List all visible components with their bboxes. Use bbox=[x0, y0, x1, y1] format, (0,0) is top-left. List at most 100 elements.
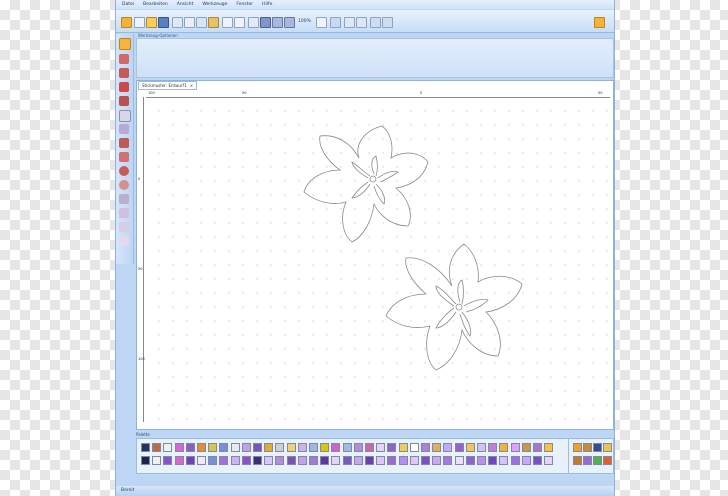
color-swatch[interactable] bbox=[521, 456, 531, 465]
flower-top[interactable] bbox=[303, 125, 429, 243]
color-swatch[interactable] bbox=[197, 456, 206, 465]
open-folder-icon[interactable] bbox=[146, 17, 157, 28]
zoom-level[interactable]: 100% bbox=[298, 19, 311, 24]
color-swatch[interactable] bbox=[465, 456, 475, 465]
pen-tool-icon[interactable] bbox=[119, 82, 129, 92]
text-tool-icon[interactable] bbox=[119, 110, 131, 122]
color-swatch[interactable] bbox=[409, 456, 419, 465]
color-swatch[interactable] bbox=[510, 443, 520, 452]
color-swatch[interactable] bbox=[573, 456, 582, 465]
color-swatch[interactable] bbox=[163, 456, 173, 465]
color-swatch[interactable] bbox=[264, 443, 274, 452]
color-swatch[interactable] bbox=[208, 443, 218, 452]
color-swatch[interactable] bbox=[253, 443, 262, 452]
color-swatch[interactable] bbox=[387, 456, 397, 465]
color-swatch[interactable] bbox=[141, 456, 150, 465]
grid-icon[interactable] bbox=[248, 17, 259, 28]
color-swatch[interactable] bbox=[320, 456, 330, 465]
color-swatch[interactable] bbox=[398, 456, 408, 465]
color-swatch[interactable] bbox=[376, 443, 386, 452]
redo-icon[interactable] bbox=[234, 17, 245, 28]
menu-hilfe[interactable]: Hilfe bbox=[262, 2, 272, 7]
document-tab[interactable]: Stickmuster: Entwurf1 × bbox=[138, 81, 198, 90]
ellipse-tool-icon[interactable] bbox=[119, 180, 129, 190]
group-icon[interactable] bbox=[382, 17, 393, 28]
flower-design[interactable] bbox=[146, 98, 608, 420]
color-swatch[interactable] bbox=[152, 443, 162, 452]
color-swatch[interactable] bbox=[275, 443, 285, 452]
color-swatch[interactable] bbox=[264, 456, 274, 465]
knife-tool-icon[interactable] bbox=[119, 236, 129, 246]
color-swatch[interactable] bbox=[365, 456, 374, 465]
color-swatch[interactable] bbox=[499, 443, 509, 452]
color-swatch[interactable] bbox=[454, 456, 464, 465]
select-icon[interactable] bbox=[260, 17, 271, 28]
color-swatch[interactable] bbox=[309, 443, 318, 452]
color-swatch[interactable] bbox=[219, 456, 229, 465]
color-swatch[interactable] bbox=[573, 443, 582, 452]
applique-tool-icon[interactable] bbox=[119, 222, 129, 232]
color-swatch[interactable] bbox=[421, 456, 430, 465]
color-swatch[interactable] bbox=[387, 443, 397, 452]
design-canvas[interactable] bbox=[146, 98, 608, 420]
color-swatch[interactable] bbox=[185, 443, 195, 452]
column-tool-icon[interactable] bbox=[119, 194, 129, 204]
cut-icon[interactable] bbox=[184, 17, 195, 28]
color-swatch[interactable] bbox=[163, 443, 173, 452]
satin-tool-icon[interactable] bbox=[119, 208, 129, 218]
menu-fenster[interactable]: Fenster bbox=[236, 2, 253, 7]
color-swatch[interactable] bbox=[603, 456, 612, 465]
color-swatch[interactable] bbox=[342, 443, 352, 452]
line-tool-icon[interactable] bbox=[119, 96, 129, 106]
color-swatch[interactable] bbox=[365, 443, 374, 452]
color-swatch[interactable] bbox=[533, 456, 542, 465]
zoom-in-icon[interactable] bbox=[272, 17, 283, 28]
color-swatch[interactable] bbox=[320, 443, 330, 452]
color-swatch[interactable] bbox=[230, 443, 240, 452]
document-close-button[interactable]: × bbox=[190, 83, 193, 88]
save-icon[interactable] bbox=[158, 17, 169, 28]
color-swatch[interactable] bbox=[488, 456, 498, 465]
color-swatch[interactable] bbox=[297, 443, 307, 452]
color-swatch[interactable] bbox=[521, 443, 531, 452]
align-icon[interactable] bbox=[370, 17, 381, 28]
color-swatch[interactable] bbox=[409, 443, 419, 452]
color-swatch[interactable] bbox=[152, 456, 162, 465]
color-swatch[interactable] bbox=[603, 443, 612, 452]
color-swatch[interactable] bbox=[197, 443, 206, 452]
color-swatch[interactable] bbox=[241, 443, 251, 452]
paste-icon[interactable] bbox=[208, 17, 219, 28]
color-swatch[interactable] bbox=[297, 456, 307, 465]
print-icon[interactable] bbox=[172, 17, 183, 28]
color-swatch[interactable] bbox=[331, 443, 341, 452]
color-swatch[interactable] bbox=[353, 443, 363, 452]
color-swatch[interactable] bbox=[488, 443, 498, 452]
zoom-out-icon[interactable] bbox=[284, 17, 295, 28]
color-swatch[interactable] bbox=[174, 456, 184, 465]
color-swatch[interactable] bbox=[593, 456, 602, 465]
pan-icon[interactable] bbox=[330, 17, 341, 28]
node-tool-icon[interactable] bbox=[119, 68, 129, 78]
undo-icon[interactable] bbox=[222, 17, 233, 28]
menu-bearbeiten[interactable]: Bearbeiten bbox=[143, 2, 168, 7]
color-swatch[interactable] bbox=[421, 443, 430, 452]
zoom-fit-icon[interactable] bbox=[316, 17, 327, 28]
circle-tool-icon[interactable] bbox=[119, 166, 129, 176]
color-swatch[interactable] bbox=[454, 443, 464, 452]
shape-tool-icon[interactable] bbox=[119, 124, 129, 134]
color-swatch[interactable] bbox=[253, 456, 262, 465]
color-swatch[interactable] bbox=[583, 456, 592, 465]
color-swatch[interactable] bbox=[208, 456, 218, 465]
flower-bottom[interactable] bbox=[385, 243, 523, 371]
color-swatch[interactable] bbox=[443, 456, 453, 465]
pointer-tool-icon[interactable] bbox=[119, 54, 129, 64]
color-swatch[interactable] bbox=[241, 456, 251, 465]
color-swatch[interactable] bbox=[544, 456, 554, 465]
select-tool-icon[interactable] bbox=[119, 38, 131, 50]
color-swatch[interactable] bbox=[477, 443, 486, 452]
fill-tool-icon[interactable] bbox=[119, 138, 129, 148]
copy-icon[interactable] bbox=[196, 17, 207, 28]
mirror-icon[interactable] bbox=[356, 17, 367, 28]
menu-ansicht[interactable]: Ansicht bbox=[177, 2, 194, 7]
menu-werkzeuge[interactable]: Werkzeuge bbox=[202, 2, 227, 7]
